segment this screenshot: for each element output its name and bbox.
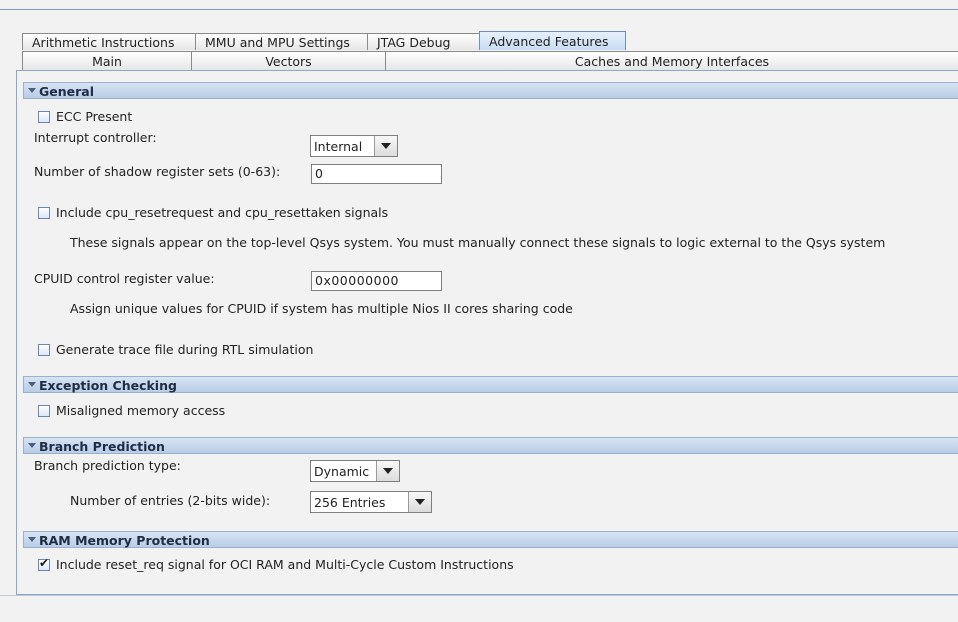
misaligned-checkbox[interactable] bbox=[38, 405, 50, 417]
dropdown-arrow-icon[interactable] bbox=[374, 136, 397, 156]
trace-file-checkbox[interactable] bbox=[38, 344, 50, 356]
section-general-title: General bbox=[39, 84, 94, 99]
tab-caches-memory-interfaces[interactable]: Caches and Memory Interfaces bbox=[385, 51, 958, 70]
reset-req-row[interactable]: ✔ Include reset_req signal for OCI RAM an… bbox=[38, 556, 514, 574]
branch-type-label: Branch prediction type: bbox=[34, 458, 181, 473]
tab-row-lower: Main Vectors Caches and Memory Interface… bbox=[22, 51, 958, 70]
entries-value: 256 Entries bbox=[314, 494, 386, 510]
tab-arithmetic-instructions[interactable]: Arithmetic Instructions bbox=[22, 33, 196, 50]
section-general-header[interactable]: General bbox=[23, 82, 958, 99]
trace-file-label: Generate trace file during RTL simulatio… bbox=[56, 342, 314, 357]
tab-jtag-debug[interactable]: JTAG Debug bbox=[367, 33, 480, 50]
collapse-triangle-icon[interactable] bbox=[28, 382, 36, 387]
branch-type-select[interactable]: Dynamic bbox=[310, 460, 400, 482]
section-ram-title: RAM Memory Protection bbox=[39, 533, 210, 548]
checkmark-icon: ✔ bbox=[39, 556, 50, 570]
interrupt-controller-select[interactable]: Internal bbox=[310, 135, 398, 157]
ecc-present-checkbox[interactable] bbox=[38, 111, 50, 123]
section-exception-header[interactable]: Exception Checking bbox=[23, 376, 958, 393]
branch-type-value: Dynamic bbox=[314, 463, 370, 479]
tab-advanced-features[interactable]: Advanced Features bbox=[479, 31, 626, 50]
section-ram-header[interactable]: RAM Memory Protection bbox=[23, 531, 958, 548]
collapse-triangle-icon[interactable] bbox=[28, 537, 36, 542]
bottom-border bbox=[0, 595, 958, 596]
collapse-triangle-icon[interactable] bbox=[28, 443, 36, 448]
reset-req-checkbox[interactable]: ✔ bbox=[38, 556, 50, 571]
dropdown-arrow-icon[interactable] bbox=[376, 461, 399, 481]
cpuid-input[interactable]: 0x00000000 bbox=[311, 271, 442, 291]
shadow-register-sets-label: Number of shadow register sets (0-63): bbox=[34, 164, 281, 179]
section-branch-title: Branch Prediction bbox=[39, 439, 165, 454]
shadow-register-sets-input[interactable]: 0 bbox=[311, 164, 442, 184]
reset-signals-row[interactable]: Include cpu_resetrequest and cpu_resetta… bbox=[38, 204, 388, 222]
tab-vectors[interactable]: Vectors bbox=[191, 51, 386, 70]
reset-signals-note: These signals appear on the top-level Qs… bbox=[70, 235, 886, 250]
interrupt-controller-value: Internal bbox=[314, 138, 363, 154]
cpuid-note: Assign unique values for CPUID if system… bbox=[70, 301, 573, 316]
cpuid-label: CPUID control register value: bbox=[34, 271, 215, 286]
trace-file-row[interactable]: Generate trace file during RTL simulatio… bbox=[38, 341, 313, 359]
top-border bbox=[0, 9, 958, 10]
entries-select[interactable]: 256 Entries bbox=[310, 491, 432, 513]
ecc-present-label: ECC Present bbox=[56, 109, 133, 124]
misaligned-label: Misaligned memory access bbox=[56, 403, 226, 418]
reset-signals-label: Include cpu_resetrequest and cpu_resetta… bbox=[56, 205, 389, 220]
section-exception-title: Exception Checking bbox=[39, 378, 177, 393]
dropdown-arrow-icon[interactable] bbox=[408, 492, 431, 512]
entries-label: Number of entries (2-bits wide): bbox=[70, 493, 271, 508]
tab-mmu-mpu-settings[interactable]: MMU and MPU Settings bbox=[195, 33, 368, 50]
interrupt-controller-label: Interrupt controller: bbox=[34, 130, 157, 145]
misaligned-row[interactable]: Misaligned memory access bbox=[38, 402, 225, 420]
collapse-triangle-icon[interactable] bbox=[28, 88, 36, 93]
section-branch-header[interactable]: Branch Prediction bbox=[23, 437, 958, 454]
reset-signals-checkbox[interactable] bbox=[38, 207, 50, 219]
reset-req-label: Include reset_req signal for OCI RAM and… bbox=[56, 557, 514, 572]
tab-row-upper: Arithmetic Instructions MMU and MPU Sett… bbox=[22, 31, 626, 50]
advanced-features-panel: General ECC Present Interrupt controller… bbox=[16, 70, 958, 595]
ecc-present-row[interactable]: ECC Present bbox=[38, 108, 132, 126]
tab-main[interactable]: Main bbox=[22, 51, 192, 70]
